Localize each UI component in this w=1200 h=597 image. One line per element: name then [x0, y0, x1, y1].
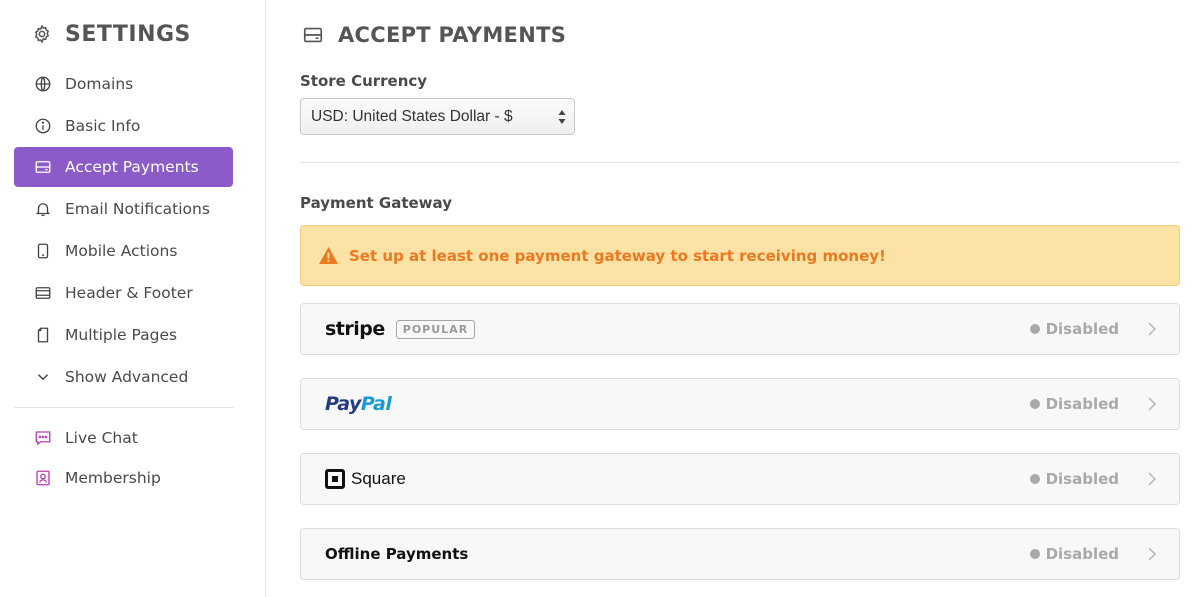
- sidebar-item-label: Show Advanced: [65, 368, 189, 386]
- offline-payments-name: Offline Payments: [325, 545, 469, 563]
- gateway-warning-banner: Set up at least one payment gateway to s…: [300, 225, 1180, 286]
- status-badge: Disabled: [1029, 529, 1119, 579]
- status-dot: [1029, 399, 1040, 409]
- chevron-down-icon: [33, 367, 53, 387]
- user-card-icon: [33, 468, 53, 488]
- globe-icon: [33, 74, 53, 94]
- status-badge: Disabled: [1029, 304, 1119, 354]
- status-dot: [1029, 324, 1040, 334]
- status-text: Disabled: [1045, 545, 1119, 563]
- page-header: ACCEPT PAYMENTS: [302, 20, 566, 50]
- chevron-right-icon: [1148, 397, 1157, 411]
- warning-icon: [319, 246, 338, 265]
- sidebar-item-label: Multiple Pages: [65, 326, 178, 344]
- gear-icon: [34, 24, 50, 44]
- wallet-icon: [33, 157, 53, 177]
- gateway-paypal[interactable]: PayPal Disabled: [300, 378, 1180, 430]
- settings-title: SETTINGS: [65, 21, 191, 47]
- square-logo: Square: [325, 454, 406, 504]
- select-arrows-icon: [558, 110, 566, 124]
- settings-header: SETTINGS: [32, 20, 191, 48]
- sidebar-item-email-notifications[interactable]: Email Notifications: [14, 189, 233, 229]
- sidebar-item-label: Basic Info: [65, 117, 141, 135]
- payment-gateway-label: Payment Gateway: [300, 194, 452, 212]
- status-text: Disabled: [1045, 395, 1119, 413]
- info-icon: [33, 116, 53, 136]
- sidebar-divider: [14, 407, 234, 408]
- sidebar-item-mobile-actions[interactable]: Mobile Actions: [14, 231, 233, 271]
- page-title: ACCEPT PAYMENTS: [338, 23, 567, 47]
- sidebar-item-membership[interactable]: Membership: [14, 458, 233, 498]
- gateway-square[interactable]: Square Disabled: [300, 453, 1180, 505]
- paypal-name-pay: Pay: [325, 393, 361, 415]
- store-currency-label: Store Currency: [300, 72, 428, 90]
- stripe-name: stripe: [325, 318, 385, 340]
- currency-select[interactable]: USD: United States Dollar - $: [300, 98, 575, 135]
- mobile-icon: [33, 241, 53, 261]
- chevron-right-icon: [1148, 322, 1157, 336]
- gateway-offline-payments[interactable]: Offline Payments Disabled: [300, 528, 1180, 580]
- stripe-logo: stripe POPULAR: [325, 304, 476, 354]
- sidebar-item-label: Live Chat: [65, 429, 138, 447]
- status-badge: Disabled: [1029, 379, 1119, 429]
- sidebar-item-domains[interactable]: Domains: [14, 64, 233, 104]
- status-dot: [1029, 474, 1040, 484]
- paypal-name-pal: Pal: [360, 393, 392, 415]
- status-text: Disabled: [1045, 470, 1119, 488]
- sidebar-item-live-chat[interactable]: Live Chat: [14, 418, 233, 458]
- bell-icon: [33, 199, 53, 219]
- settings-sidebar: SETTINGS Domains Basic Info Accept Payme…: [0, 0, 266, 597]
- sidebar-item-multiple-pages[interactable]: Multiple Pages: [14, 315, 233, 355]
- sidebar-item-label: Accept Payments: [65, 158, 199, 176]
- status-text: Disabled: [1045, 320, 1119, 338]
- sidebar-item-label: Mobile Actions: [65, 242, 178, 260]
- status-badge: Disabled: [1029, 454, 1119, 504]
- chevron-right-icon: [1148, 472, 1157, 486]
- sidebar-item-label: Email Notifications: [65, 200, 210, 218]
- popular-badge: POPULAR: [395, 319, 476, 339]
- paypal-logo: PayPal: [325, 379, 392, 429]
- square-logo-icon: [325, 469, 345, 489]
- sidebar-item-header-footer[interactable]: Header & Footer: [14, 273, 233, 313]
- offline-payments-title: Offline Payments: [325, 529, 468, 579]
- chat-icon: [33, 428, 53, 448]
- section-divider: [300, 162, 1180, 163]
- chevron-right-icon: [1148, 547, 1157, 561]
- sidebar-item-basic-info[interactable]: Basic Info: [14, 106, 233, 146]
- gateway-stripe[interactable]: stripe POPULAR Disabled: [300, 303, 1180, 355]
- status-dot: [1029, 549, 1040, 559]
- sidebar-item-label: Header & Footer: [65, 284, 193, 302]
- page-icon: [33, 325, 53, 345]
- sidebar-item-label: Membership: [65, 469, 161, 487]
- sidebar-item-accept-payments[interactable]: Accept Payments: [14, 147, 233, 187]
- wallet-icon: [303, 27, 323, 43]
- show-advanced-toggle[interactable]: Show Advanced: [14, 357, 233, 397]
- warning-text: Set up at least one payment gateway to s…: [349, 246, 886, 265]
- sidebar-item-label: Domains: [65, 75, 134, 93]
- square-name: Square: [351, 469, 406, 488]
- layout-icon: [33, 283, 53, 303]
- currency-selected-value: USD: United States Dollar - $: [311, 107, 513, 125]
